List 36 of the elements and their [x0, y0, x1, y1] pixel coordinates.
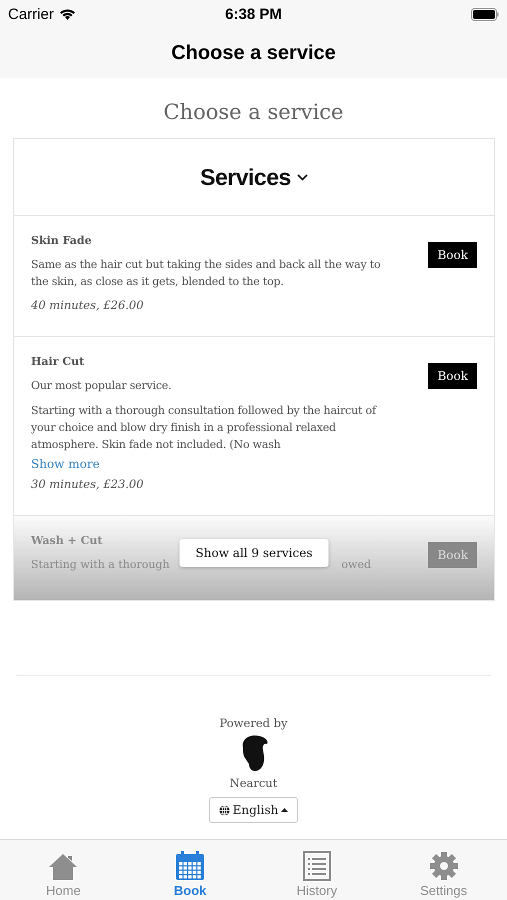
language-button[interactable]: English [208, 797, 298, 823]
show-more-link[interactable]: Show more [31, 457, 100, 471]
wifi-icon [58, 8, 76, 20]
service-name: Skin Fade [31, 234, 93, 247]
tab-item[interactable]: Book [126, 840, 254, 900]
service-description: Our most popular service. [31, 378, 172, 394]
book-button[interactable]: Book [428, 363, 477, 389]
status-time: 6:38 PM [225, 6, 282, 22]
list-icon [302, 851, 331, 881]
service-description: Same as the hair cut but taking the sides and back all the way to the skin, as close as it gets, blended to the top. [31, 257, 382, 290]
home-icon [48, 851, 78, 881]
service-description: Starting with a thorough consultation followed by the haircut of your choice and blow dry finish in a professional relaxed atmosphere. Skin fade not included. (No wash [31, 403, 378, 453]
service-details: 40 minutes, £26.00 [31, 298, 145, 312]
battery-icon [471, 8, 499, 20]
service-description: Starting with a thorough [31, 557, 170, 573]
tab-item[interactable]: Settings [380, 840, 507, 900]
service-details: 30 minutes, £23.00 [31, 477, 145, 491]
service-name: Wash + Cut [31, 534, 104, 547]
nav-title: Choose a service [171, 42, 336, 64]
globe-icon [218, 804, 230, 816]
page-heading: Choose a service [162, 100, 344, 124]
tab-item[interactable]: Home [0, 840, 127, 900]
brand-name: Nearcut [230, 776, 278, 790]
chevron-down-icon[interactable] [296, 174, 308, 180]
powered-by-label: Powered by [219, 716, 288, 730]
calendar-icon [175, 851, 206, 881]
service-name: Hair Cut [31, 355, 86, 368]
book-button[interactable]: Book [428, 542, 477, 568]
carrier-label: Carrier [8, 6, 54, 22]
show-all-button[interactable]: Show all 9 services [180, 539, 328, 567]
service-description: owed [341, 557, 371, 573]
services-title: Services [200, 164, 291, 190]
tab-item[interactable]: History [254, 840, 380, 900]
caret-icon [281, 808, 288, 812]
book-button[interactable]: Book [428, 242, 477, 268]
settings-icon [428, 851, 459, 881]
